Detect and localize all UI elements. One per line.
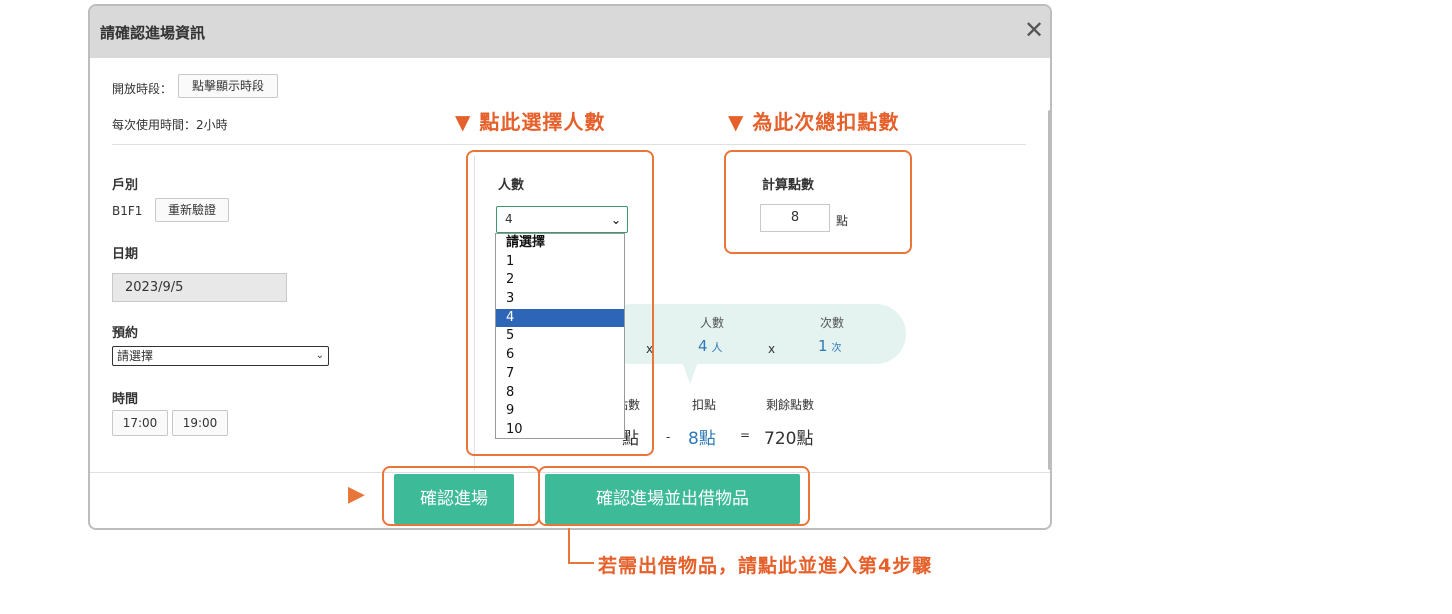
date-field[interactable]: 2023/9/5 [112, 273, 287, 302]
show-periods-button[interactable]: 點擊顯示時段 [178, 74, 278, 98]
close-icon[interactable]: ✕ [1024, 18, 1044, 42]
date-label: 日期 [112, 247, 139, 262]
reservation-select[interactable]: 請選擇 ⌄ [112, 346, 329, 366]
borrow-note-annotation: 若需出借物品，請點此並進入第4步驟 [598, 555, 933, 577]
dialog-title: 請確認進場資訊 [100, 24, 206, 42]
bubble-tail [682, 362, 698, 384]
formula-times-header: 次數 [820, 316, 845, 330]
minus-sign: - [666, 430, 671, 444]
formula-times-value: 1次 [818, 337, 842, 355]
remaining-value: 720點 [764, 429, 814, 449]
household-value: B1F1 [112, 204, 143, 218]
callout-line [568, 528, 594, 564]
open-period-label: 開放時段： [112, 82, 173, 96]
formula-people-header: 人數 [700, 316, 725, 330]
total-points-annotation: ▼ 為此次總扣點數 [728, 110, 900, 134]
formula-mult-2: x [768, 342, 776, 356]
time-slot-1700[interactable]: 17:00 [112, 410, 168, 436]
pointer-arrow-icon: ▶ [348, 482, 365, 507]
confirm-highlight-box [382, 466, 540, 526]
deduct-header: 扣點 [692, 398, 717, 412]
scrollbar[interactable] [1048, 110, 1050, 470]
dialog-header: 請確認進場資訊 ✕ [90, 6, 1050, 58]
time-slot-1900[interactable]: 19:00 [172, 410, 228, 436]
formula-people-value: 4人 [698, 337, 723, 355]
remaining-header: 剩餘點數 [766, 398, 815, 412]
reservation-selected: 請選擇 [117, 349, 154, 363]
reverify-button[interactable]: 重新驗證 [155, 198, 229, 222]
reservation-label: 預約 [112, 326, 139, 341]
people-highlight-box [466, 150, 654, 456]
borrow-highlight-box [538, 466, 810, 526]
usage-time-text: 每次使用時間：2小時 [112, 118, 228, 132]
chevron-down-icon: ⌄ [315, 350, 324, 361]
select-people-annotation: ▼ 點此選擇人數 [455, 110, 606, 134]
section-divider [112, 144, 1026, 145]
deduct-value: 8點 [688, 429, 716, 449]
points-highlight-box [724, 150, 912, 254]
household-label: 戶別 [112, 178, 139, 193]
time-label: 時間 [112, 392, 139, 407]
equals-sign: = [740, 428, 751, 442]
